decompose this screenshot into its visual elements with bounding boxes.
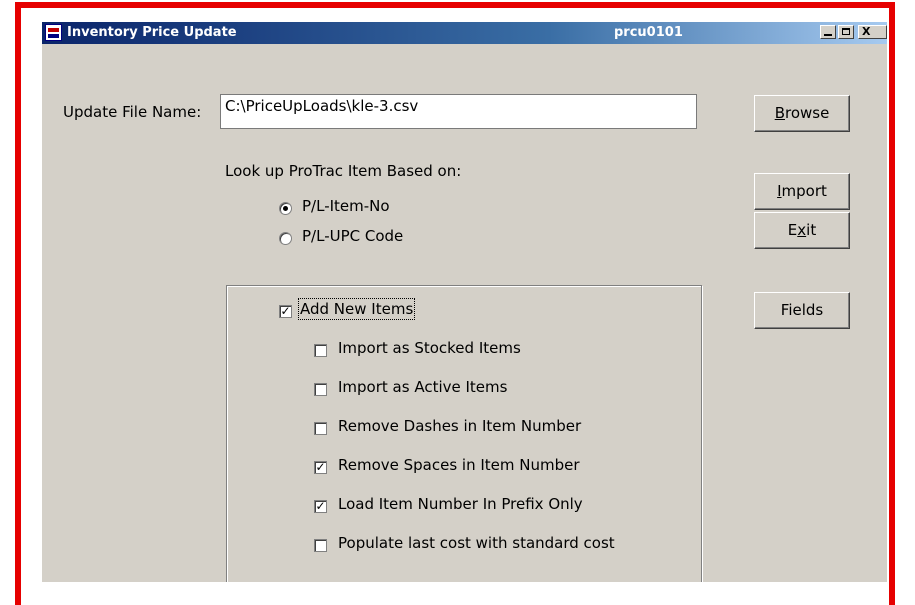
stocked-items-label[interactable]: Import as Stocked Items <box>338 339 521 357</box>
remove-dashes-checkbox[interactable] <box>314 422 327 435</box>
import-label-rest: mport <box>781 182 827 200</box>
import-button[interactable]: Import <box>754 173 850 210</box>
maximize-icon <box>842 28 850 35</box>
maximize-button[interactable] <box>838 25 854 39</box>
file-name-input[interactable]: C:\PriceUpLoads\kle-3.csv <box>220 94 697 129</box>
last-cost-checkbox[interactable] <box>314 539 327 552</box>
active-items-checkbox[interactable] <box>314 383 327 396</box>
exit-label-rest: it <box>806 221 817 239</box>
prefix-only-label[interactable]: Load Item Number In Prefix Only <box>338 495 583 513</box>
browse-button[interactable]: Browse <box>754 95 850 132</box>
browse-accelerator: B <box>774 104 785 122</box>
remove-spaces-label[interactable]: Remove Spaces in Item Number <box>338 456 580 474</box>
add-new-items-label[interactable]: Add New Items <box>297 298 416 320</box>
fields-button[interactable]: Fields <box>754 292 850 329</box>
browse-label-rest: rowse <box>784 104 830 122</box>
stocked-items-checkbox[interactable] <box>314 344 327 357</box>
close-icon: X <box>862 25 871 38</box>
file-name-label: Update File Name: <box>63 103 202 121</box>
app-window: Inventory Price Update prcu0101 X Update… <box>42 22 887 582</box>
app-icon[interactable] <box>45 24 62 41</box>
minimize-button[interactable] <box>820 25 836 39</box>
minimize-icon <box>824 34 832 36</box>
radio-upc-code-label[interactable]: P/L-UPC Code <box>302 227 403 245</box>
exit-button[interactable]: Exit <box>754 212 850 249</box>
lookup-label: Look up ProTrac Item Based on: <box>225 162 462 180</box>
window-title: Inventory Price Update <box>67 25 237 40</box>
radio-item-no-label[interactable]: P/L-Item-No <box>302 197 390 215</box>
title-bar[interactable]: Inventory Price Update prcu0101 X <box>42 22 887 44</box>
program-code: prcu0101 <box>614 25 683 40</box>
exit-accelerator: x <box>797 221 807 239</box>
prefix-only-checkbox[interactable]: ✓ <box>314 500 327 513</box>
last-cost-label[interactable]: Populate last cost with standard cost <box>338 534 615 552</box>
radio-upc-code[interactable] <box>279 232 292 245</box>
radio-item-no[interactable] <box>279 202 292 215</box>
add-new-items-checkbox[interactable]: ✓ <box>279 305 292 318</box>
remove-dashes-label[interactable]: Remove Dashes in Item Number <box>338 417 581 435</box>
active-items-label[interactable]: Import as Active Items <box>338 378 507 396</box>
exit-label-prefix: E <box>787 221 798 239</box>
close-button[interactable]: X <box>858 25 887 39</box>
remove-spaces-checkbox[interactable]: ✓ <box>314 461 327 474</box>
